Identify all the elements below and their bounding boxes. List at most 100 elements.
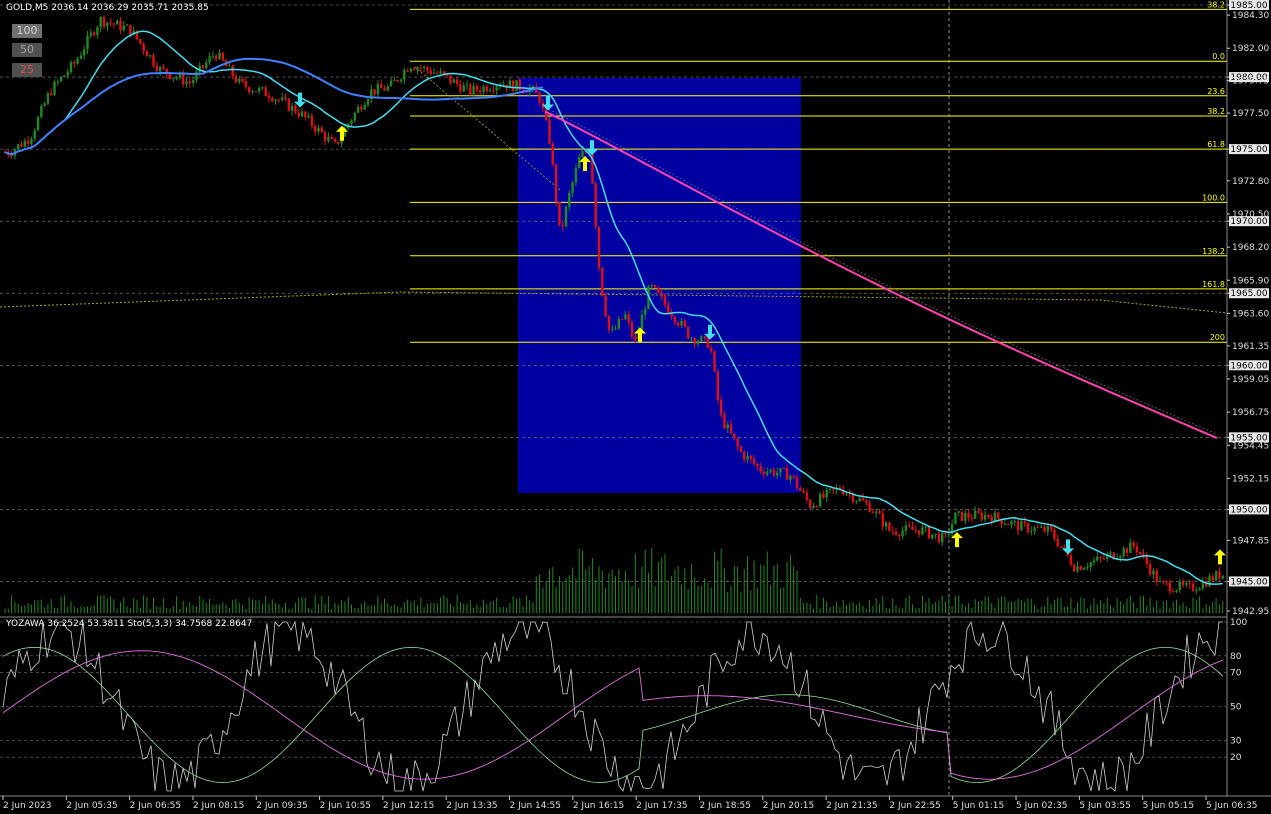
candle-body bbox=[924, 526, 927, 528]
candle-body bbox=[168, 74, 172, 79]
candle-body bbox=[363, 104, 366, 110]
candle-body bbox=[234, 76, 238, 83]
candle-body bbox=[287, 98, 290, 111]
candle-body bbox=[574, 168, 578, 183]
candle-body bbox=[779, 468, 782, 473]
candle-body bbox=[89, 32, 92, 36]
candle-body bbox=[650, 284, 653, 287]
candle-body bbox=[927, 526, 931, 539]
candle-body bbox=[172, 77, 175, 79]
fib-label-3: 38.2 bbox=[1207, 107, 1225, 116]
lot-25-button[interactable]: 25 bbox=[12, 63, 42, 77]
candle-body bbox=[337, 141, 340, 144]
price-label-10: 1968.20 bbox=[1232, 243, 1269, 253]
candle-body bbox=[1145, 555, 1148, 565]
candle-body bbox=[284, 97, 287, 99]
candle-body bbox=[746, 455, 749, 460]
candle-body bbox=[175, 77, 178, 79]
candle-body bbox=[1092, 560, 1096, 563]
osc-label-0: 100 bbox=[1230, 618, 1247, 628]
candle-body bbox=[861, 498, 865, 501]
candle-body bbox=[696, 340, 700, 344]
candle-body bbox=[439, 71, 442, 74]
candle-body bbox=[634, 336, 637, 340]
candle-body bbox=[805, 492, 809, 500]
candle-body bbox=[386, 86, 389, 91]
candle-body bbox=[782, 468, 785, 470]
candle-body bbox=[799, 487, 802, 491]
candle-body bbox=[878, 511, 881, 514]
price-label-16: 1959.05 bbox=[1232, 375, 1269, 385]
time-label-12: 2 Jun 20:15 bbox=[763, 801, 814, 811]
candle-body bbox=[673, 316, 677, 323]
lot-100-button[interactable]: 100 bbox=[12, 24, 42, 38]
candle-body bbox=[792, 475, 795, 478]
candle-body bbox=[967, 513, 970, 518]
candle-body bbox=[442, 71, 446, 74]
candle-body bbox=[129, 24, 132, 35]
candle-body bbox=[1030, 531, 1033, 533]
fib-label-8: 200 bbox=[1210, 333, 1225, 342]
candle-body bbox=[1181, 581, 1185, 585]
time-label-0: 2 Jun 2023 bbox=[3, 801, 51, 811]
candle-body bbox=[776, 472, 779, 476]
candle-body bbox=[624, 314, 627, 320]
candle-body bbox=[290, 105, 294, 111]
candle-body bbox=[304, 111, 307, 118]
candle-body bbox=[729, 424, 733, 434]
candle-body bbox=[683, 320, 686, 327]
candle-body bbox=[1079, 566, 1082, 570]
candle-body bbox=[261, 87, 264, 89]
candle-body bbox=[116, 20, 119, 25]
candle-body bbox=[723, 414, 726, 429]
candle-body bbox=[736, 438, 739, 447]
fib-label-5: 100.0 bbox=[1202, 193, 1225, 202]
candle-body bbox=[281, 97, 284, 100]
candle-body bbox=[1165, 581, 1168, 583]
time-label-11: 2 Jun 18:55 bbox=[699, 801, 750, 811]
candle-body bbox=[954, 512, 957, 525]
candle-body bbox=[109, 22, 112, 24]
candle-body bbox=[759, 466, 762, 472]
osc-label-5: 20 bbox=[1230, 753, 1242, 763]
candle-body bbox=[756, 463, 759, 467]
candle-body bbox=[558, 201, 561, 225]
candle-body bbox=[426, 66, 429, 71]
candle-body bbox=[1198, 588, 1201, 591]
candle-body bbox=[871, 511, 875, 513]
candle-body bbox=[538, 93, 541, 103]
candle-body bbox=[142, 43, 145, 51]
candle-body bbox=[597, 226, 601, 268]
candle-body bbox=[145, 50, 149, 57]
candle-body bbox=[980, 512, 983, 520]
candle-body bbox=[396, 79, 399, 82]
candle-body bbox=[1158, 581, 1162, 583]
lot-50-button[interactable]: 50 bbox=[12, 43, 42, 57]
candle-body bbox=[601, 267, 604, 296]
candle-body bbox=[56, 81, 59, 83]
price-label-24: 1942.95 bbox=[1232, 607, 1269, 617]
candle-body bbox=[366, 99, 370, 105]
candle-body bbox=[934, 533, 937, 535]
time-label-18: 5 Jun 05:15 bbox=[1143, 801, 1194, 811]
candle-body bbox=[73, 62, 76, 64]
osc-label-1: 80 bbox=[1230, 652, 1242, 662]
candle-body bbox=[680, 320, 683, 326]
candle-body bbox=[191, 80, 195, 84]
candle-body bbox=[1122, 548, 1125, 556]
fib-label-0: 38.2 bbox=[1207, 0, 1225, 9]
candle-body bbox=[964, 513, 967, 521]
candle-body bbox=[300, 111, 304, 117]
candle-body bbox=[274, 99, 277, 102]
osc-label-2: 70 bbox=[1230, 669, 1242, 679]
candle-body bbox=[749, 455, 752, 459]
candle-body bbox=[43, 103, 46, 106]
candle-body bbox=[244, 81, 248, 88]
candle-body bbox=[63, 75, 66, 77]
time-label-8: 2 Jun 14:55 bbox=[510, 801, 561, 811]
candle-body bbox=[974, 510, 977, 519]
time-label-1: 2 Jun 05:35 bbox=[66, 801, 117, 811]
price-chart[interactable]: 38.2 0.0 23.6 38.2 61.8 100.0 138.2 161.8 200 198… bbox=[0, 0, 1271, 814]
candle-body bbox=[492, 90, 495, 92]
candle-body bbox=[581, 151, 584, 158]
